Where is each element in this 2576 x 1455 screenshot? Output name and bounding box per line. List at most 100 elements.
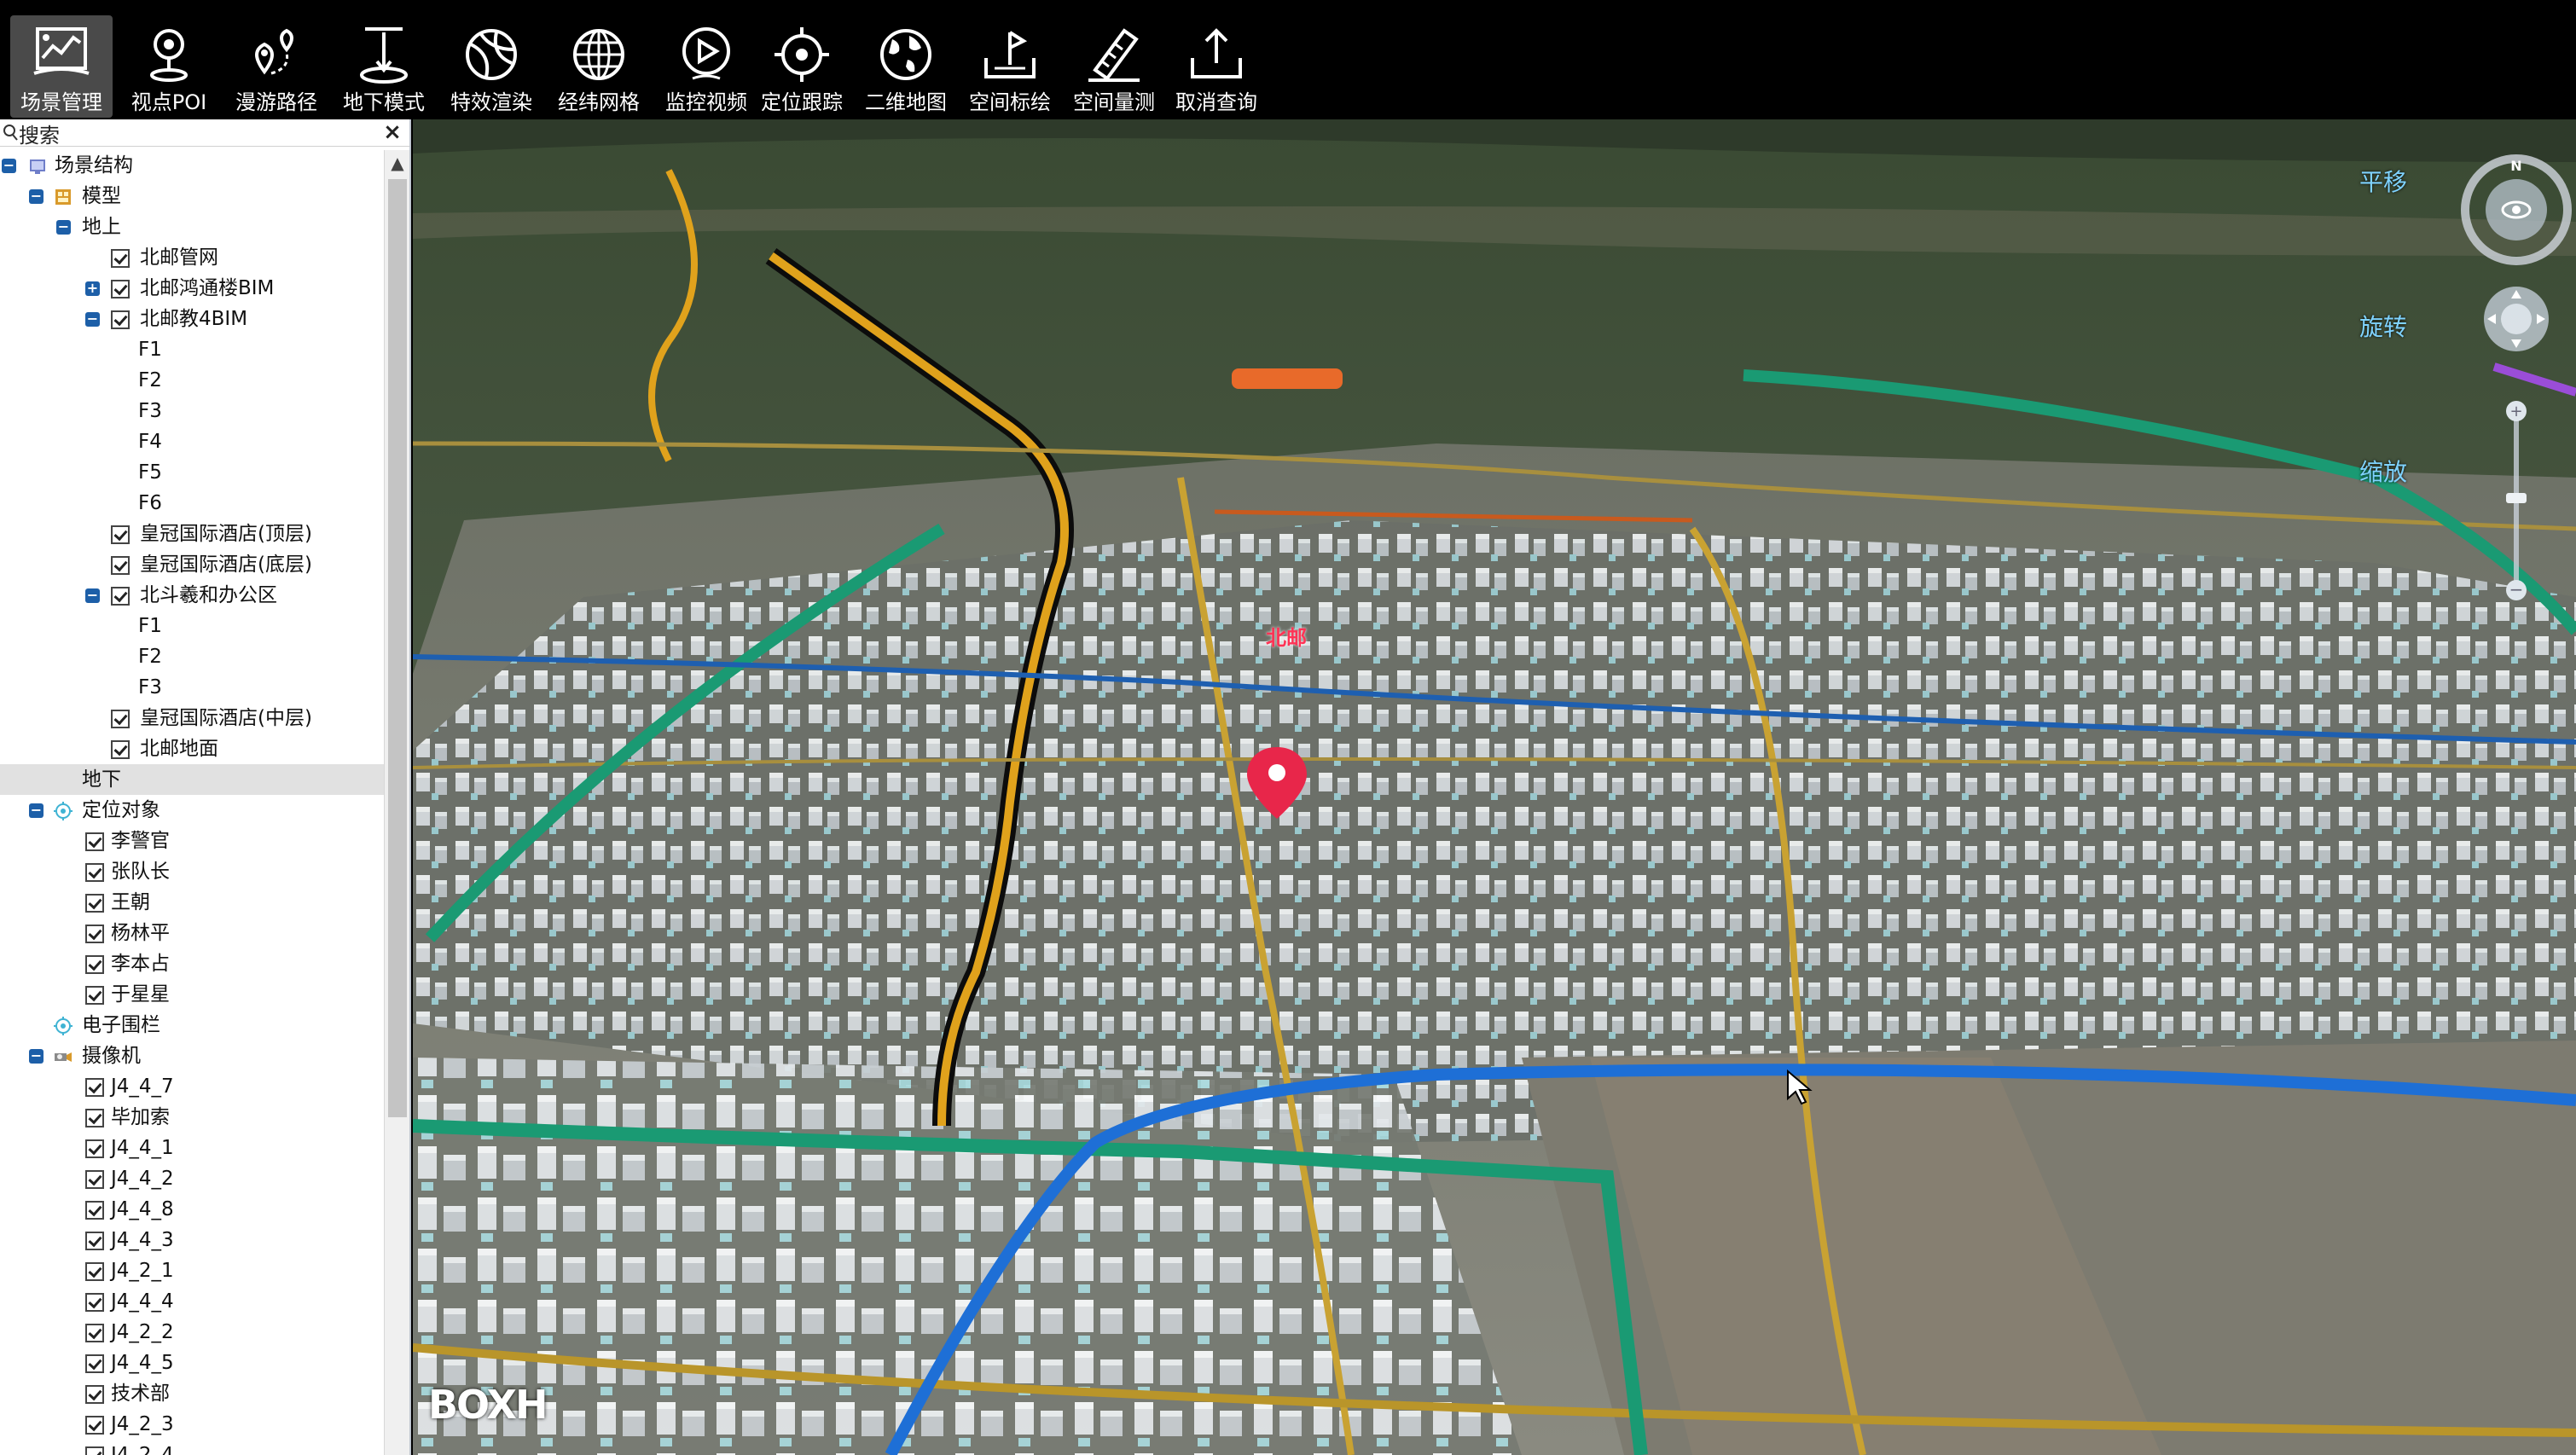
tree-node[interactable]: J4_4_2 (0, 1163, 384, 1194)
checkbox[interactable] (85, 986, 104, 1005)
search-input[interactable] (19, 121, 377, 145)
collapse-icon[interactable]: − (29, 803, 44, 818)
checkbox[interactable] (85, 832, 104, 851)
tree-node[interactable]: − 北邮教4BIM (0, 304, 384, 334)
checkbox[interactable] (85, 1232, 104, 1250)
collapse-icon[interactable]: − (85, 312, 100, 327)
tree-node[interactable]: − 北斗羲和办公区 (0, 580, 384, 611)
checkbox[interactable] (111, 587, 130, 606)
tree-node[interactable]: 皇冠国际酒店(中层) (0, 703, 384, 733)
checkbox[interactable] (111, 310, 130, 329)
zoom-slider[interactable]: + − (2499, 401, 2533, 600)
checkbox[interactable] (85, 1416, 104, 1435)
checkbox[interactable] (111, 710, 130, 728)
tree-node[interactable]: − 摄像机 (0, 1041, 384, 1071)
3d-map-view[interactable]: 北邮 平移 旋转 缩放 N + − BOXH (413, 119, 2576, 1455)
collapse-icon[interactable]: − (2, 159, 16, 173)
tool-effect-render[interactable]: 特效渲染 (440, 15, 542, 118)
3d-city-scene[interactable] (413, 119, 2576, 1455)
checkbox[interactable] (85, 863, 104, 882)
collapse-icon[interactable]: − (85, 588, 100, 603)
tree-node[interactable]: 李本占 (0, 948, 384, 979)
checkbox[interactable] (85, 955, 104, 974)
tree-node[interactable]: J4_4_3 (0, 1225, 384, 1255)
tool-scene-manage[interactable]: 场景管理 (10, 15, 113, 118)
checkbox[interactable] (85, 1170, 104, 1189)
expand-icon[interactable]: + (85, 281, 100, 296)
tree-node[interactable]: F4 (0, 426, 384, 457)
rotate-control[interactable] (2480, 283, 2552, 355)
checkbox[interactable] (85, 1262, 104, 1281)
search-clear-button[interactable]: × (380, 120, 404, 144)
tree-node[interactable]: 皇冠国际酒店(顶层) (0, 519, 384, 549)
checkbox[interactable] (85, 1324, 104, 1342)
tool-cancel-query[interactable]: 取消查询 (1165, 15, 1268, 118)
tree-node[interactable]: F2 (0, 641, 384, 672)
checkbox[interactable] (85, 1354, 104, 1373)
collapse-icon[interactable]: − (29, 189, 44, 204)
checkbox[interactable] (111, 280, 130, 299)
tree-node[interactable]: F3 (0, 396, 384, 426)
tree-node[interactable]: J4_4_4 (0, 1286, 384, 1317)
checkbox[interactable] (85, 1446, 104, 1455)
checkbox[interactable] (85, 1293, 104, 1312)
checkbox[interactable] (111, 525, 130, 544)
tree-node[interactable]: 张队长 (0, 856, 384, 887)
tree-node[interactable]: 北邮地面 (0, 733, 384, 764)
tree-scrollbar[interactable]: ▲ (384, 150, 409, 1455)
tree-node[interactable]: F6 (0, 488, 384, 519)
scroll-thumb[interactable] (388, 179, 407, 1117)
tool-locate-track[interactable]: 定位跟踪 (751, 15, 853, 118)
tree-node[interactable]: F5 (0, 457, 384, 488)
tree-node[interactable]: − 地上 (0, 212, 384, 242)
tree-node[interactable]: − 场景结构 (0, 150, 384, 181)
tree-node[interactable]: 李警官 (0, 826, 384, 856)
tool-2d-map[interactable]: 二维地图 (855, 15, 957, 118)
tree-node[interactable]: J4_2_2 (0, 1317, 384, 1348)
tree-node[interactable]: 地下 (0, 764, 384, 795)
tree-node[interactable]: F1 (0, 611, 384, 641)
tree-node[interactable]: F1 (0, 334, 384, 365)
tool-lat-lon-grid[interactable]: 经纬网格 (548, 15, 650, 118)
tool-space-plot[interactable]: 空间标绘 (959, 15, 1061, 118)
tool-viewpoint-poi[interactable]: 视点POI (118, 15, 220, 118)
pan-compass[interactable]: N (2460, 154, 2573, 266)
tree-node[interactable]: 北邮管网 (0, 242, 384, 273)
tree-node[interactable]: 杨林平 (0, 918, 384, 948)
checkbox[interactable] (85, 1385, 104, 1404)
tool-underground-mode[interactable]: 地下模式 (333, 15, 435, 118)
tree-node[interactable]: F2 (0, 365, 384, 396)
collapse-icon[interactable]: − (56, 220, 71, 235)
checkbox[interactable] (85, 894, 104, 913)
checkbox[interactable] (111, 249, 130, 268)
checkbox[interactable] (85, 925, 104, 943)
tree-node[interactable]: J4_4_5 (0, 1348, 384, 1378)
tree-node[interactable]: J4_2_3 (0, 1409, 384, 1440)
checkbox[interactable] (85, 1078, 104, 1097)
tree-node[interactable]: 于星星 (0, 979, 384, 1010)
tree-node[interactable]: J4_4_7 (0, 1071, 384, 1102)
tree-node[interactable]: J4_2_1 (0, 1255, 384, 1286)
tree-node[interactable]: 皇冠国际酒店(底层) (0, 549, 384, 580)
scroll-up-icon[interactable]: ▲ (385, 150, 409, 176)
checkbox[interactable] (111, 556, 130, 575)
tool-monitor-video[interactable]: 监控视频 (655, 15, 757, 118)
tree-node[interactable]: − 模型 (0, 181, 384, 212)
tool-roam-path[interactable]: 漫游路径 (225, 15, 328, 118)
tree-node[interactable]: J4_4_1 (0, 1133, 384, 1163)
tree-node[interactable]: F3 (0, 672, 384, 703)
checkbox[interactable] (85, 1201, 104, 1220)
tree-node[interactable]: 王朝 (0, 887, 384, 918)
checkbox[interactable] (111, 740, 130, 759)
tree-node[interactable]: J4_4_8 (0, 1194, 384, 1225)
checkbox[interactable] (85, 1139, 104, 1158)
tool-space-measure[interactable]: 空间量测 (1063, 15, 1165, 118)
collapse-icon[interactable]: − (29, 1049, 44, 1064)
tree-node[interactable]: − 定位对象 (0, 795, 384, 826)
tree-node[interactable]: 毕加索 (0, 1102, 384, 1133)
tree-node[interactable]: J4_2_4 (0, 1440, 384, 1455)
tree-node[interactable]: 技术部 (0, 1378, 384, 1409)
tree-node[interactable]: + 北邮鸿通楼BIM (0, 273, 384, 304)
checkbox[interactable] (85, 1109, 104, 1127)
tree-node[interactable]: 电子围栏 (0, 1010, 384, 1041)
